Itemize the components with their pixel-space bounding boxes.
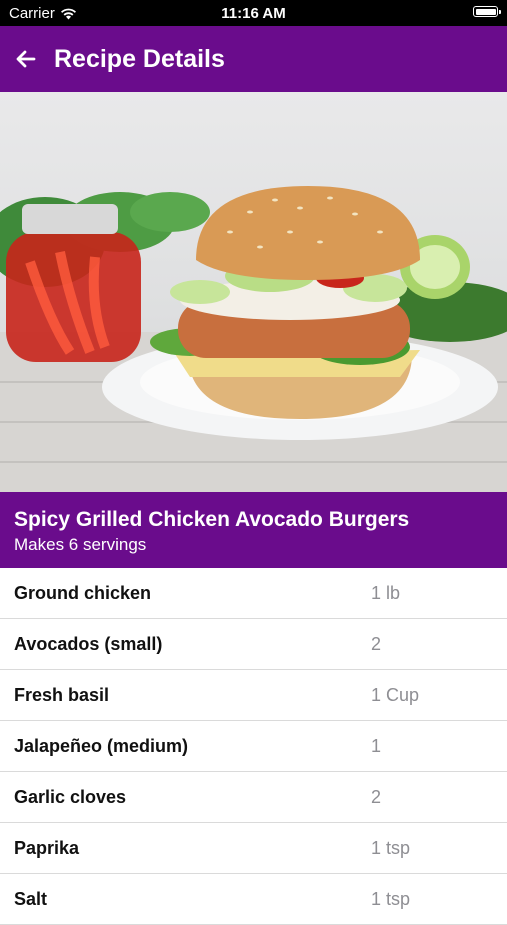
ingredient-quantity: 2	[371, 787, 382, 807]
app-bar: Recipe Details	[0, 26, 507, 92]
recipe-servings: Makes 6 servings	[14, 535, 147, 554]
burger-illustration	[0, 186, 507, 492]
status-bar: Carrier 11:16 AM	[0, 0, 507, 26]
ingredient-row[interactable]: Avocados (small) 2	[0, 619, 507, 670]
ingredient-name: Avocados (small)	[14, 634, 163, 654]
ingredient-list: Ground chicken 1 lb Avocados (small) 2 F…	[0, 568, 507, 925]
ingredient-quantity: 1 tsp	[371, 838, 411, 858]
ingredient-quantity: 1	[371, 736, 382, 756]
ingredient-row[interactable]: Ground chicken 1 lb	[0, 568, 507, 619]
ingredient-name: Garlic cloves	[14, 787, 127, 807]
ingredient-name: Jalapeñeo (medium)	[14, 736, 189, 756]
ingredient-quantity: 2	[371, 634, 382, 654]
status-time: 11:16 AM	[221, 5, 286, 22]
ingredient-name: Paprika	[14, 838, 80, 858]
ingredient-row[interactable]: Paprika 1 tsp	[0, 823, 507, 874]
ingredient-row[interactable]: Garlic cloves 2	[0, 772, 507, 823]
ingredient-name: Ground chicken	[14, 583, 152, 603]
ingredient-row[interactable]: Jalapeñeo (medium) 1	[0, 721, 507, 772]
ingredient-quantity: 1 Cup	[371, 685, 420, 705]
recipe-title: Spicy Grilled Chicken Avocado Burgers	[14, 508, 410, 531]
page-title: Recipe Details	[54, 44, 225, 73]
ingredient-row[interactable]: Fresh basil 1 Cup	[0, 670, 507, 721]
battery-icon	[473, 6, 501, 17]
recipe-hero-image	[0, 92, 507, 492]
arrow-left-icon[interactable]	[14, 47, 38, 71]
ingredient-name: Fresh basil	[14, 685, 110, 705]
ingredient-quantity: 1 lb	[371, 583, 401, 603]
recipe-header: Spicy Grilled Chicken Avocado Burgers Ma…	[0, 492, 507, 568]
